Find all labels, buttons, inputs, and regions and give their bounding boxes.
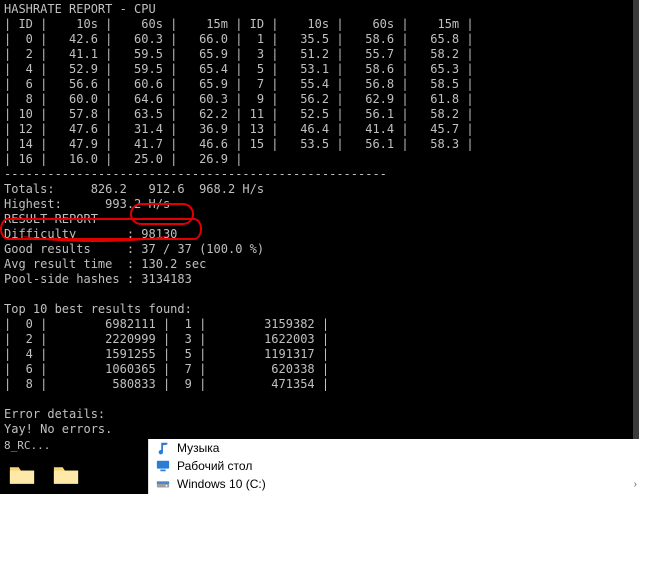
folder-icon[interactable]	[52, 464, 80, 489]
desktop-icon	[155, 458, 171, 474]
explorer-item-label: Рабочий стол	[177, 459, 252, 473]
hashrate-title: HASHRATE REPORT - CPU	[4, 2, 156, 16]
pool-line: Pool-side hashes : 3134183	[4, 272, 192, 286]
error-msg: Yay! No errors.	[4, 422, 112, 436]
difficulty-line: Difficulty : 98130	[4, 227, 177, 241]
hashrate-header: | ID | 10s | 60s | 15m | ID | 10s | 60s …	[4, 17, 474, 31]
music-icon	[155, 440, 171, 456]
explorer-item-label: Музыка	[177, 441, 219, 455]
folder-icon[interactable]	[8, 464, 36, 489]
error-label: Error details:	[4, 407, 105, 421]
highest-line: Highest: 993.2 H/s	[4, 197, 170, 211]
terminal-output: HASHRATE REPORT - CPU | ID | 10s | 60s |…	[0, 0, 639, 439]
drive-icon	[155, 476, 171, 492]
top10-rows: | 0 | 6982111 | 1 | 3159382 | | 2 | 2220…	[4, 317, 329, 391]
explorer-sidebar: Музыка Рабочий стол Windows 10 (C:) ›	[148, 439, 645, 494]
explorer-item-desktop[interactable]: Рабочий стол	[149, 457, 645, 475]
top10-title: Top 10 best results found:	[4, 302, 192, 316]
result-title: RESULT REPORT	[4, 212, 98, 226]
explorer-item-drive[interactable]: Windows 10 (C:) ›	[149, 475, 645, 493]
good-line: Good results : 37 / 37 (100.0 %)	[4, 242, 264, 256]
totals-line: Totals: 826.2 912.6 968.2 H/s	[4, 182, 264, 196]
separator: ----------------------------------------…	[4, 167, 387, 181]
hashrate-rows: | 0 | 42.6 | 60.3 | 66.0 | 1 | 35.5 | 58…	[4, 32, 474, 166]
chevron-right-icon: ›	[634, 479, 637, 490]
explorer-item-music[interactable]: Музыка	[149, 439, 645, 457]
desktop-black-area: 8_RC...	[0, 439, 148, 494]
desktop-file-label: 8_RC...	[4, 439, 50, 452]
explorer-item-label: Windows 10 (C:)	[177, 477, 266, 491]
avg-line: Avg result time : 130.2 sec	[4, 257, 206, 271]
desktop-area: 8_RC... Музыка Рабочий стол Windows 10 (C:…	[0, 439, 645, 494]
